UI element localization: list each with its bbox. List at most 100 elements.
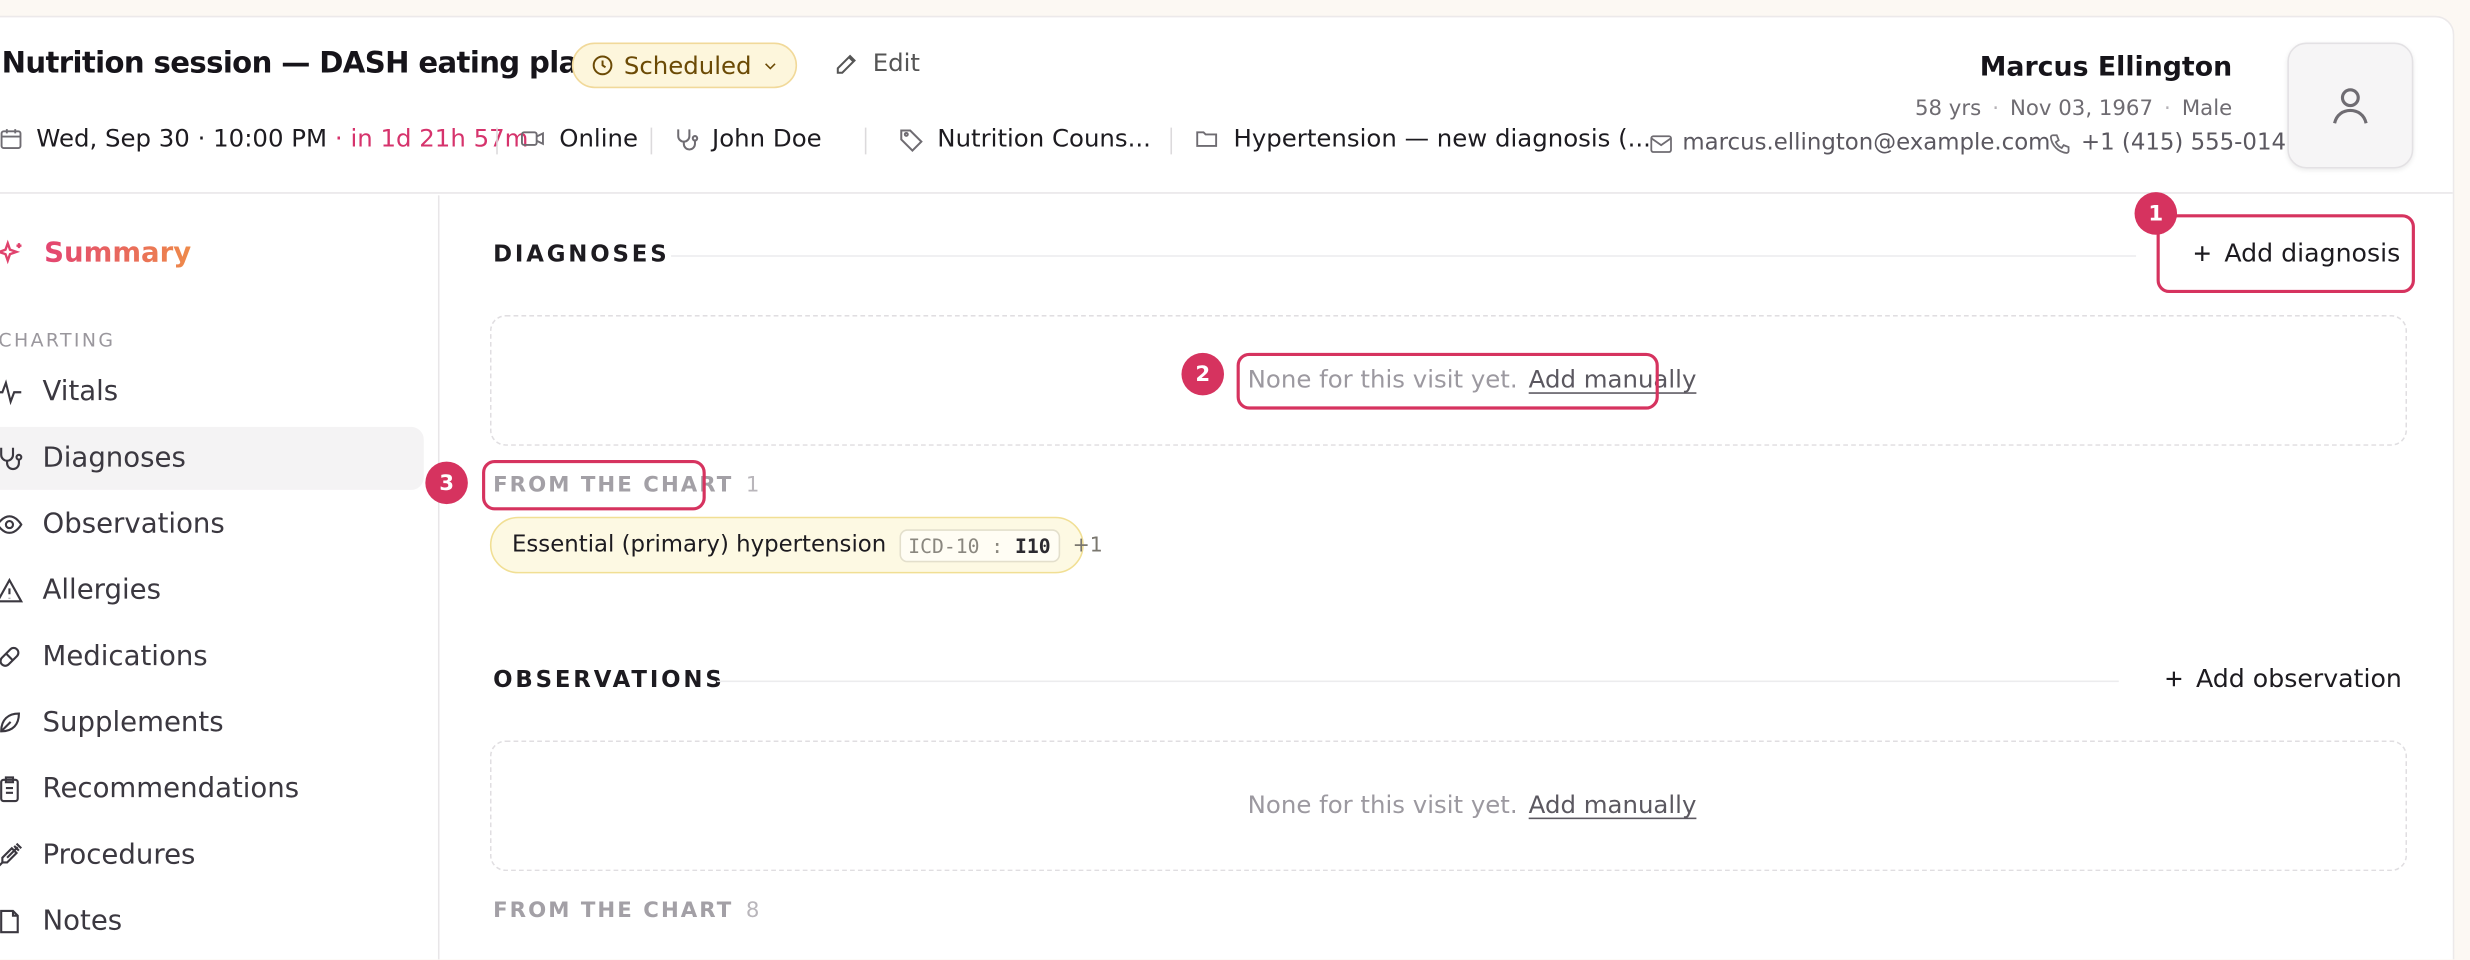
observations-section-title: OBSERVATIONS [493,667,725,694]
page-title: Nutrition session — DASH eating plan [1,47,599,81]
sparkle-icon [0,238,22,264]
mail-icon [1650,134,1672,153]
plus-icon [2166,670,2182,686]
annotation-box-2 [1236,352,1659,410]
sidebar-item-allergies[interactable]: Allergies [0,559,424,622]
visit-provider: John Doe [673,124,822,153]
alert-triangle-icon [0,577,24,603]
visit-card: Nutrition session — DASH eating plan Sch… [0,15,2455,960]
sidebar-item-vitals[interactable]: Vitals [0,361,424,424]
sidebar-item-summary[interactable]: Summary [0,222,424,285]
clipboard-list-icon [0,776,19,803]
stethoscope-icon [0,447,23,471]
observations-empty-message: None for this visit yet. Add manually [1248,791,1697,819]
empty-text: None for this visit yet. [1247,790,1518,820]
countdown-text: · in 1d 21h 57m [334,124,529,153]
sidebar-item-label: Procedures [42,839,196,872]
visit-tag[interactable]: Nutrition Couns... [898,124,1151,153]
phone-icon [2049,133,2070,154]
visit-folder[interactable]: Hypertension — new diagnosis (... [1193,124,1651,153]
sidebar-item-notes[interactable]: Notes [0,890,424,953]
pill-icon [0,646,20,667]
leaf-icon [0,712,20,733]
phone-text: +1 (415) 555-0148 [2080,130,2301,156]
patient-sex: Male [2181,96,2233,122]
visit-header: Nutrition session — DASH eating plan Sch… [0,17,2453,194]
sidebar-item-diagnoses[interactable]: Diagnoses [0,426,424,490]
patient-facts: 58 yrs · Nov 03, 1967 · Male [1915,96,2232,121]
section-divider [716,680,2119,683]
from-chart-count: 1 [745,472,760,498]
patient-age: 58 yrs [1914,96,1982,122]
clock-icon [592,55,613,76]
patient-phone[interactable]: +1 (415) 555-0148 [2048,131,2301,156]
sidebar-item-supplements[interactable]: Supplements [0,692,424,755]
modality-text: Online [559,124,638,153]
dot-separator: · [1992,96,1999,122]
annotation-badge-1: 1 [2134,192,2178,235]
video-icon [521,131,544,146]
annotation-box-1 [2156,214,2415,294]
annotation-box-3 [482,459,706,511]
stethoscope-icon [677,128,699,150]
from-chart-label: FROM THE CHART [493,897,734,924]
patient-name: Marcus Ellington [1979,51,2233,84]
email-text: marcus.ellington@example.com [1682,130,2051,156]
status-badge[interactable]: Scheduled [571,42,798,89]
edit-button[interactable]: Edit [833,49,920,77]
add-observation-button[interactable]: Add observation [2163,663,2402,693]
diagnosis-name: Essential (primary) hypertension [511,532,887,558]
visit-datetime: Wed, Sep 30 · 10:00 PM · in 1d 21h 57m [0,124,529,153]
note-icon [0,909,19,934]
add-manually-link[interactable]: Add manually [1529,791,1697,819]
calendar-icon [0,129,22,150]
chart-diagnosis-chip[interactable]: Essential (primary) hypertension ICD-10 … [489,516,1103,574]
dot-separator: · [2164,96,2171,122]
sidebar-item-label: Supplements [42,707,224,739]
annotation-badge-3: 3 [425,461,468,505]
visit-modality: Online [518,124,638,153]
status-label: Scheduled [623,51,752,80]
sidebar-section-label: CHARTING [0,329,116,352]
sidebar-item-procedures[interactable]: Procedures [0,824,424,887]
sidebar-item-recommendations[interactable]: Recommendations [0,758,424,821]
pencil-icon [836,53,856,73]
sidebar-item-label: Allergies [42,574,162,607]
eye-icon [0,515,23,534]
tag-icon [900,128,923,152]
sidebar-item-label: Notes [42,905,123,938]
diagnoses-section-title: DIAGNOSES [493,242,670,268]
sidebar-item-label: Medications [42,641,208,673]
tag-text: Nutrition Couns... [937,124,1151,153]
divider [650,127,653,155]
annotation-badge-2: 2 [1181,352,1225,396]
provider-text: John Doe [712,124,822,153]
folder-icon [1196,131,1218,147]
edit-label: Edit [872,48,921,78]
observations-from-chart-heading: FROM THE CHART 8 [493,898,759,923]
add-observation-label: Add observation [2195,663,2402,694]
sidebar-item-medications[interactable]: Medications [0,625,424,688]
folder-text: Hypertension — new diagnosis (... [1233,124,1651,153]
divider [496,127,498,155]
datetime-text: Wed, Sep 30 · 10:00 PM [36,124,328,153]
sidebar-item-label: Recommendations [42,773,300,805]
divider [864,127,867,155]
diagnosis-code: ICD-10 : I10 [898,528,1061,562]
sidebar-item-observations[interactable]: Observations [0,493,424,556]
sidebar: Summary CHARTING Vitals Diagnoses Observ… [0,195,440,960]
app-canvas: Nutrition session — DASH eating plan Sch… [0,0,2470,960]
chevron-down-icon [765,62,776,69]
from-chart-count: 8 [745,897,760,924]
patient-email[interactable]: marcus.ellington@example.com [1649,131,2050,156]
extra-codes-count: +1 [1072,533,1103,557]
sidebar-item-label: Summary [44,237,192,270]
sidebar-item-label: Diagnoses [42,442,186,475]
patient-dob: Nov 03, 1967 [2010,96,2153,122]
sidebar-item-label: Vitals [42,376,119,409]
activity-icon [0,379,22,406]
syringe-icon [0,842,23,867]
avatar[interactable] [2287,42,2414,169]
user-icon [2333,88,2368,124]
section-divider [671,255,2137,257]
